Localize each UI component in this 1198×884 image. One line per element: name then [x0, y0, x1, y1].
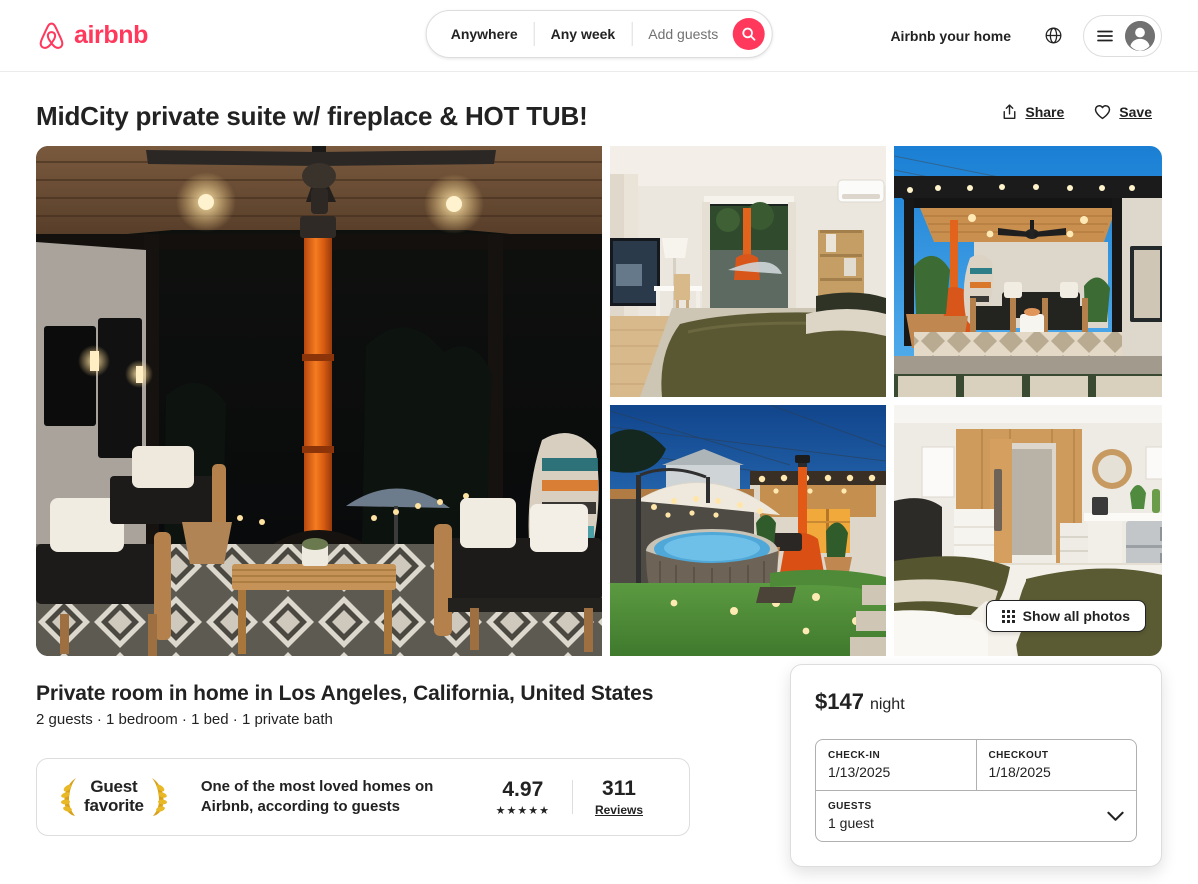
guests-text: GUESTS 1 guest	[828, 801, 874, 831]
listing-info-column: Private room in home in Los Angeles, Cal…	[36, 682, 748, 837]
guest-favorite-card: Guest favorite One of the most loved hom…	[36, 758, 690, 837]
guest-favorite-line2: favorite	[84, 796, 144, 816]
rating-stars: ★★★★★	[495, 804, 550, 817]
checkout-value: 1/18/2025	[988, 764, 1051, 780]
show-all-photos-label: Show all photos	[1022, 608, 1130, 624]
night-patio-image	[36, 146, 602, 656]
guest-favorite-badge: Guest favorite	[61, 777, 167, 817]
gallery-photo-bedroom-wood-wall[interactable]: Show all photos	[894, 405, 1162, 656]
photo-gallery: Show all photos	[36, 146, 1162, 656]
guests-field[interactable]: GUESTS 1 guest	[816, 790, 1136, 841]
heart-icon	[1095, 104, 1111, 120]
reviews-label[interactable]: Reviews	[595, 803, 643, 817]
laurel-right-icon	[151, 778, 167, 817]
header-right-actions: Airbnb your home	[874, 14, 1162, 57]
reviews-count: 311	[602, 777, 636, 800]
grid-icon	[1001, 609, 1015, 623]
chevron-down-icon	[1107, 811, 1124, 821]
guests-value: 1 guest	[828, 815, 874, 831]
gallery-photo-hot-tub[interactable]	[610, 405, 886, 656]
page-title: MidCity private suite w/ fireplace & HOT…	[36, 101, 588, 131]
share-button[interactable]: Share	[992, 96, 1074, 128]
guest-favorite-label: Guest favorite	[84, 778, 144, 815]
gallery-photo-bedroom-front[interactable]	[610, 146, 886, 397]
rating-value: 4.97	[502, 777, 544, 801]
listing-subtitle: Private room in home in Los Angeles, Cal…	[36, 682, 654, 705]
laurel-left-icon	[61, 778, 76, 817]
guest-favorite-line1: Guest	[90, 777, 138, 797]
reviews-stat[interactable]: 311 Reviews	[573, 777, 665, 817]
airbnb-logo[interactable]: airbnb	[36, 20, 148, 52]
price-row: $147 night	[815, 689, 1137, 715]
listing-details-section: Private room in home in Los Angeles, Cal…	[36, 656, 1162, 867]
search-dates[interactable]: Any week	[535, 11, 632, 57]
daytime-patio-image	[894, 146, 1162, 397]
date-guest-selector: CHECK-IN 1/13/2025 CHECKOUT 1/18/2025 GU…	[815, 739, 1137, 842]
listing-page: MidCity private suite w/ fireplace & HOT…	[0, 72, 1198, 867]
language-globe-button[interactable]	[1033, 16, 1073, 56]
rating-stats: 4.97 ★★★★★ 311 Reviews	[474, 777, 665, 817]
checkout-field[interactable]: CHECKOUT 1/18/2025	[975, 740, 1137, 790]
checkin-field[interactable]: CHECK-IN 1/13/2025	[816, 740, 976, 790]
save-button[interactable]: Save	[1084, 96, 1162, 128]
save-label: Save	[1119, 104, 1152, 120]
listing-specs: 2 guests · 1 bedroom · 1 bed · 1 private…	[36, 711, 333, 728]
guest-favorite-tagline: One of the most loved homes on Airbnb, a…	[200, 778, 434, 816]
airbnb-belo-icon	[39, 22, 64, 49]
search-icon	[741, 27, 755, 41]
airbnb-wordmark: airbnb	[74, 21, 148, 49]
bedroom-with-patio-doors-image	[610, 146, 886, 397]
price-amount: $147	[815, 689, 864, 714]
search-location[interactable]: Anywhere	[427, 11, 534, 57]
search-guests[interactable]: Add guests	[632, 11, 732, 57]
share-label: Share	[1025, 104, 1065, 120]
airbnb-your-home-link[interactable]: Airbnb your home	[874, 16, 1027, 56]
booking-card: $147 night CHECK-IN 1/13/2025 CHECKOUT 1…	[790, 664, 1162, 867]
gallery-photo-hero[interactable]	[36, 146, 602, 656]
search-bar[interactable]: Anywhere Any week Add guests	[425, 10, 773, 58]
user-menu-button[interactable]	[1083, 14, 1162, 57]
site-header: airbnb Anywhere Any week Add guests Airb…	[0, 0, 1198, 72]
guests-label: GUESTS	[828, 801, 872, 812]
checkin-value: 1/13/2025	[828, 764, 891, 780]
price-unit: night	[869, 696, 905, 713]
title-row: MidCity private suite w/ fireplace & HOT…	[36, 72, 1162, 146]
globe-icon	[1045, 27, 1061, 44]
show-all-photos-button[interactable]: Show all photos	[985, 600, 1146, 632]
hot-tub-backyard-dusk-image	[610, 405, 886, 656]
user-avatar-icon	[1125, 20, 1155, 51]
date-row: CHECK-IN 1/13/2025 CHECKOUT 1/18/2025	[816, 740, 1136, 790]
checkout-label: CHECKOUT	[988, 750, 1049, 761]
rating-stat: 4.97 ★★★★★	[474, 778, 572, 817]
share-icon	[1003, 104, 1016, 119]
search-submit-button[interactable]	[732, 18, 765, 50]
title-actions: Share Save	[992, 96, 1162, 132]
hamburger-menu-icon	[1097, 30, 1113, 41]
checkin-label: CHECK-IN	[828, 750, 881, 761]
gallery-photo-patio-day[interactable]	[894, 146, 1162, 397]
